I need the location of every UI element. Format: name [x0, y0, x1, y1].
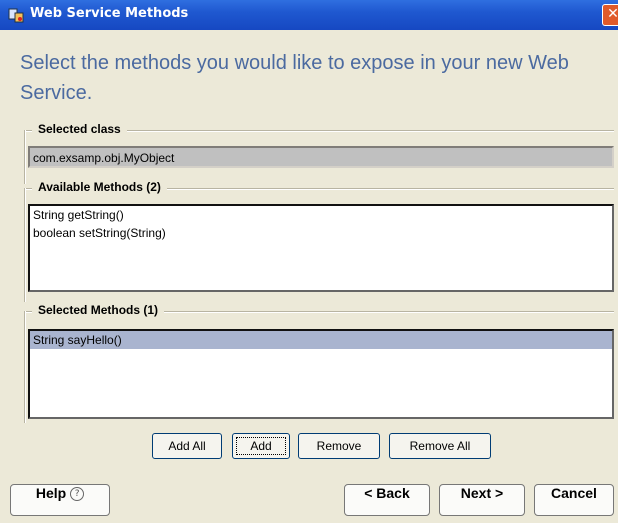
- title-bar[interactable]: Web Service Methods ✕: [0, 0, 618, 30]
- selected-methods-group: Selected Methods (1) String sayHello(): [24, 303, 614, 423]
- selected-class-group: Selected class com.exsamp.obj.MyObject: [24, 122, 614, 184]
- add-all-button[interactable]: Add All: [152, 433, 222, 459]
- selected-class-field: com.exsamp.obj.MyObject: [28, 146, 614, 168]
- add-button[interactable]: Add: [232, 433, 290, 459]
- selected-methods-list[interactable]: String sayHello(): [28, 329, 614, 419]
- page-heading: Select the methods you would like to exp…: [20, 52, 569, 104]
- help-icon: ?: [70, 487, 85, 502]
- available-methods-label: Available Methods (2): [32, 180, 167, 194]
- help-button-label: Help: [35, 485, 67, 501]
- window-title: Web Service Methods: [30, 6, 189, 21]
- next-button[interactable]: Next >: [439, 484, 525, 516]
- help-button[interactable]: Help?: [10, 484, 110, 516]
- available-methods-list[interactable]: String getString() boolean setString(Str…: [28, 204, 614, 292]
- list-item[interactable]: String sayHello(): [30, 331, 612, 349]
- app-icon: [8, 8, 24, 23]
- remove-all-button[interactable]: Remove All: [389, 433, 491, 459]
- web-service-methods-dialog: Web Service Methods ✕ Select the methods…: [0, 0, 618, 523]
- selected-methods-label: Selected Methods (1): [32, 303, 165, 317]
- selected-class-label: Selected class: [32, 122, 127, 136]
- cancel-button[interactable]: Cancel: [534, 484, 614, 516]
- close-button[interactable]: ✕: [602, 4, 618, 26]
- back-button[interactable]: < Back: [344, 484, 430, 516]
- list-item[interactable]: String getString(): [30, 206, 612, 224]
- list-item[interactable]: boolean setString(String): [30, 224, 612, 242]
- close-icon: ✕: [607, 6, 618, 22]
- remove-button[interactable]: Remove: [298, 433, 380, 459]
- available-methods-group: Available Methods (2) String getString()…: [24, 180, 614, 302]
